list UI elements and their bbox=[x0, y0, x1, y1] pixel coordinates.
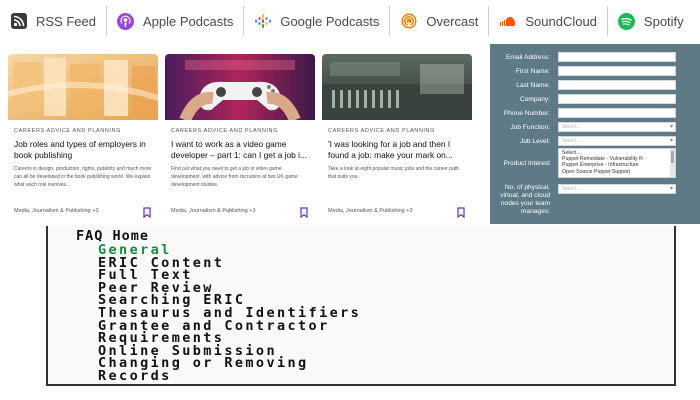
job-level-label: Job Level: bbox=[519, 137, 550, 145]
nodes-select[interactable]: Select... bbox=[558, 184, 676, 194]
overcast-link[interactable]: Overcast bbox=[390, 0, 488, 42]
podcast-subscribe-bar: RSS Feed Apple Podcasts Google Podcasts … bbox=[0, 0, 700, 42]
soundcloud-label: SoundCloud bbox=[525, 13, 597, 29]
job-level-select[interactable]: Select... bbox=[558, 136, 676, 146]
card-tags: Media, Journalism & Publishing +3 bbox=[328, 207, 413, 214]
product-option[interactable]: Open Source Puppet Support bbox=[562, 169, 672, 175]
bookmark-icon[interactable] bbox=[456, 205, 466, 219]
spotify-icon bbox=[618, 12, 636, 30]
nodes-label: No. of physical, virtual, and cloud node… bbox=[500, 184, 550, 215]
card-image-books bbox=[8, 54, 158, 120]
contact-form: Email Address: First Name: Last Name: Co… bbox=[490, 44, 700, 224]
last-name-row: Last Name: bbox=[490, 80, 700, 90]
card-description: Take a look at eight popular music jobs … bbox=[328, 166, 459, 180]
product-interest-label: Product Interest bbox=[503, 159, 550, 167]
card-description: Careers in design, production, rights, p… bbox=[14, 166, 152, 188]
soundcloud-icon bbox=[499, 12, 517, 30]
rss-feed-link[interactable]: RSS Feed bbox=[0, 0, 106, 42]
article-card[interactable]: CAREERS ADVICE AND PLANNING 'I was looki… bbox=[322, 54, 472, 220]
job-function-label: Job Function: bbox=[510, 123, 550, 131]
faq-item-changing[interactable]: Changing or Removing bbox=[98, 357, 674, 370]
overcast-label: Overcast bbox=[426, 13, 479, 29]
card-title[interactable]: I want to work as a video game developer… bbox=[171, 139, 309, 161]
google-podcasts-label: Google Podcasts bbox=[280, 13, 380, 29]
card-category: CAREERS ADVICE AND PLANNING bbox=[328, 128, 435, 134]
rss-icon bbox=[10, 12, 28, 30]
last-name-field[interactable] bbox=[558, 80, 676, 90]
email-field[interactable] bbox=[558, 52, 676, 62]
faq-item-records[interactable]: Records bbox=[98, 369, 674, 383]
card-image-studio bbox=[322, 54, 472, 120]
last-name-label: Last Name: bbox=[516, 81, 550, 89]
email-label: Email Address: bbox=[506, 53, 550, 61]
article-cards: CAREERS ADVICE AND PLANNING Job roles an… bbox=[8, 54, 474, 220]
bookmark-icon[interactable] bbox=[299, 205, 309, 219]
soundcloud-link[interactable]: SoundCloud bbox=[489, 0, 607, 42]
phone-row: Phone Number: bbox=[490, 108, 700, 118]
faq-menu: FAQ Home General ERIC Content Full Text … bbox=[46, 226, 676, 386]
job-function-row: Job Function: Select... bbox=[490, 122, 700, 132]
card-tags: Media, Journalism & Publishing +3 bbox=[171, 207, 256, 214]
card-image-gamepad bbox=[165, 54, 315, 120]
card-title[interactable]: 'I was looking for a job and then I foun… bbox=[328, 139, 466, 161]
spotify-label: Spotify bbox=[643, 13, 684, 29]
apple-podcasts-icon bbox=[117, 12, 135, 30]
apple-podcasts-label: Apple Podcasts bbox=[142, 13, 234, 29]
article-card[interactable]: CAREERS ADVICE AND PLANNING Job roles an… bbox=[8, 54, 158, 220]
card-tags: Media, Journalism & Publishing +3 bbox=[14, 207, 99, 214]
phone-label: Phone Number: bbox=[503, 109, 550, 117]
product-interest-multiselect[interactable]: Select... Puppet Remediate - Vulnerabili… bbox=[558, 148, 676, 178]
spotify-link[interactable]: Spotify bbox=[608, 0, 694, 42]
first-name-row: First Name: bbox=[490, 66, 700, 76]
first-name-label: First Name: bbox=[515, 67, 550, 75]
company-row: Company: bbox=[490, 94, 700, 104]
job-level-row: Job Level: Select... bbox=[490, 136, 700, 146]
job-function-select[interactable]: Select... bbox=[558, 122, 676, 132]
first-name-field[interactable] bbox=[558, 66, 676, 76]
card-category: CAREERS ADVICE AND PLANNING bbox=[171, 128, 278, 134]
article-card[interactable]: CAREERS ADVICE AND PLANNING I want to wo… bbox=[165, 54, 315, 220]
google-podcasts-icon bbox=[254, 12, 272, 30]
faq-list: General ERIC Content Full Text Peer Revi… bbox=[98, 243, 674, 383]
card-title[interactable]: Job roles and types of employers in book… bbox=[14, 139, 152, 161]
company-field[interactable] bbox=[558, 94, 676, 104]
scrollbar[interactable] bbox=[670, 149, 675, 177]
bookmark-icon[interactable] bbox=[142, 205, 152, 219]
rss-feed-label: RSS Feed bbox=[36, 13, 96, 29]
product-interest-row: Product Interest Select... Puppet Remedi… bbox=[490, 148, 700, 178]
card-description: Find out what you need to get a job in v… bbox=[171, 166, 298, 188]
apple-podcasts-link[interactable]: Apple Podcasts bbox=[107, 0, 243, 42]
phone-field[interactable] bbox=[558, 108, 676, 118]
card-category: CAREERS ADVICE AND PLANNING bbox=[14, 128, 121, 134]
email-row: Email Address: bbox=[490, 52, 700, 62]
google-podcasts-link[interactable]: Google Podcasts bbox=[244, 0, 389, 42]
company-label: Company: bbox=[519, 95, 550, 103]
nodes-row: No. of physical, virtual, and cloud node… bbox=[490, 184, 700, 216]
overcast-icon bbox=[400, 12, 418, 30]
